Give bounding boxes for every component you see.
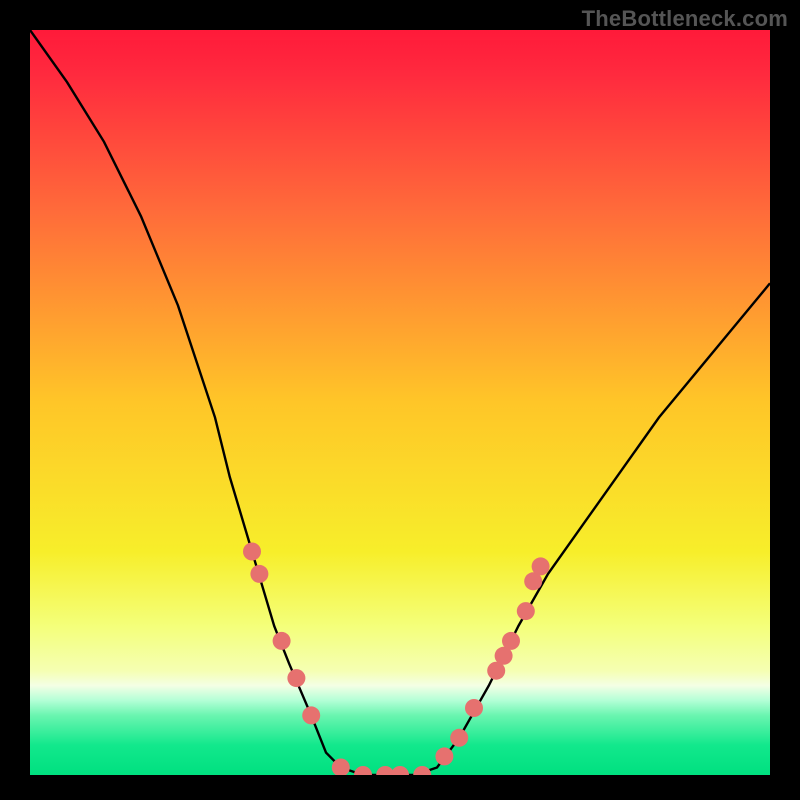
curve-marker [391,766,409,784]
curve-marker [435,747,453,765]
curve-marker [302,706,320,724]
curve-marker [273,632,291,650]
curve-marker [354,766,372,784]
curve-marker [517,602,535,620]
gradient-background [30,30,770,775]
chart-stage: { "watermark": "TheBottleneck.com", "cha… [0,0,800,800]
curve-marker [465,699,483,717]
curve-marker [250,565,268,583]
curve-marker [332,759,350,777]
bottleneck-chart [0,0,800,800]
curve-marker [287,669,305,687]
curve-marker [502,632,520,650]
curve-marker [413,766,431,784]
curve-marker [532,557,550,575]
curve-marker [450,729,468,747]
watermark-text: TheBottleneck.com [582,6,788,32]
curve-marker [243,543,261,561]
